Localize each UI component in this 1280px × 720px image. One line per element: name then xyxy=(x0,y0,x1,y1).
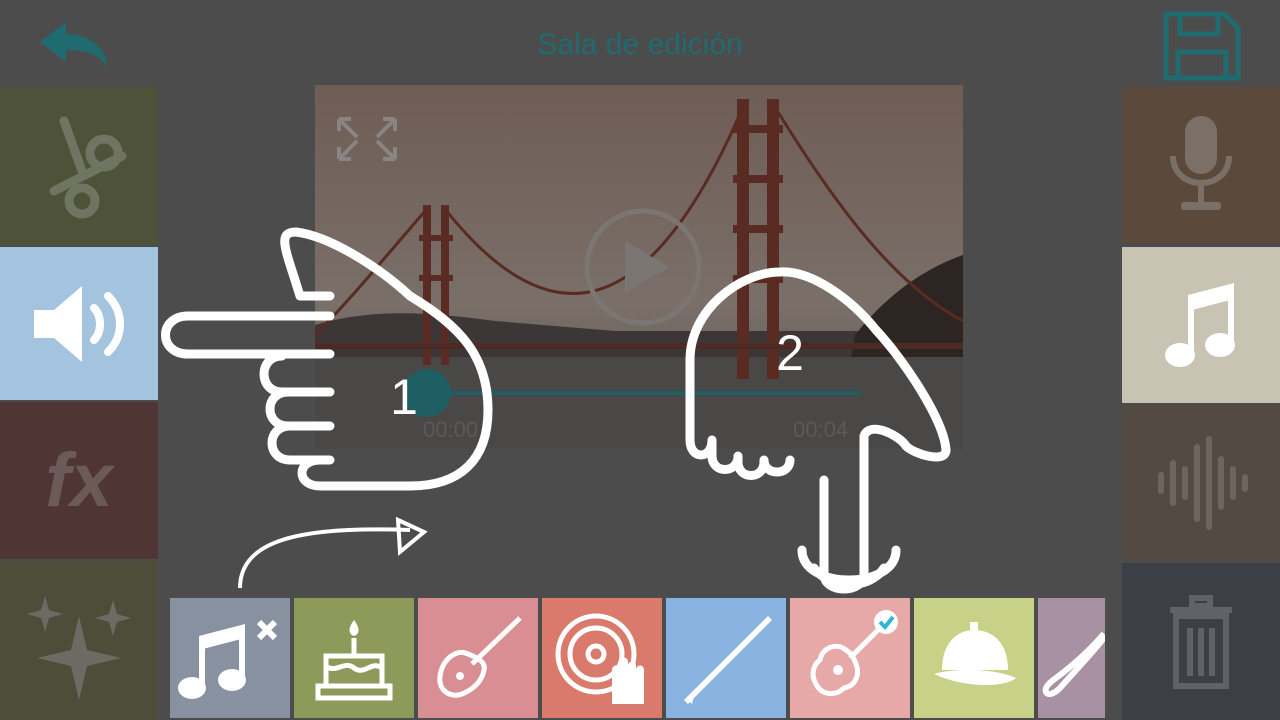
page-title: Sala de edición xyxy=(537,28,743,61)
speaker-icon xyxy=(34,285,124,362)
track-hiphop[interactable] xyxy=(914,598,1034,718)
swipe-arrow-head xyxy=(395,516,428,557)
scissors-icon xyxy=(49,116,127,219)
magic-tool[interactable] xyxy=(0,561,158,720)
track-acoustic-guitar[interactable] xyxy=(790,598,910,718)
top-bar: Sala de edición xyxy=(0,0,1280,88)
effects-tool[interactable]: fx xyxy=(0,402,158,559)
microphone-icon xyxy=(1170,116,1232,210)
track-no-music[interactable] xyxy=(170,598,290,718)
video-preview[interactable]: 00:00 00:04 xyxy=(315,85,963,449)
no-music-icon xyxy=(178,619,278,699)
bridge-photo xyxy=(315,85,963,449)
save-button[interactable] xyxy=(1160,8,1244,84)
acoustic-guitar-icon xyxy=(810,610,898,696)
volume-tool[interactable] xyxy=(0,247,158,400)
sparkles-icon xyxy=(27,595,131,700)
floppy-disk-icon xyxy=(1163,11,1241,81)
sound-fx-tool[interactable] xyxy=(1122,405,1280,561)
sound-wave-icon xyxy=(1158,436,1248,530)
track-electric-guitar[interactable] xyxy=(418,598,538,718)
electric-guitar-icon xyxy=(437,616,522,698)
track-clarinet[interactable] xyxy=(666,598,786,718)
dj-turntable-icon xyxy=(555,613,644,704)
music-tool[interactable] xyxy=(1122,247,1280,403)
track-dj[interactable] xyxy=(542,598,662,718)
cap-icon xyxy=(934,622,1016,686)
fx-icon: fx xyxy=(45,438,113,523)
time-start: 00:00 xyxy=(423,417,479,442)
swipe-arrow xyxy=(238,527,411,589)
music-track-strip xyxy=(170,598,1105,718)
saxophone-icon xyxy=(1042,631,1105,698)
birthday-cake-icon xyxy=(315,620,393,701)
record-tool[interactable] xyxy=(1122,87,1280,243)
clarinet-icon xyxy=(684,616,772,704)
track-birthday[interactable] xyxy=(294,598,414,718)
music-note-icon xyxy=(1165,283,1235,367)
track-saxophone[interactable] xyxy=(1038,598,1105,718)
cut-tool[interactable] xyxy=(0,87,158,245)
delete-tool[interactable] xyxy=(1122,563,1280,720)
trash-icon xyxy=(1170,594,1232,689)
time-end: 00:04 xyxy=(793,417,849,442)
